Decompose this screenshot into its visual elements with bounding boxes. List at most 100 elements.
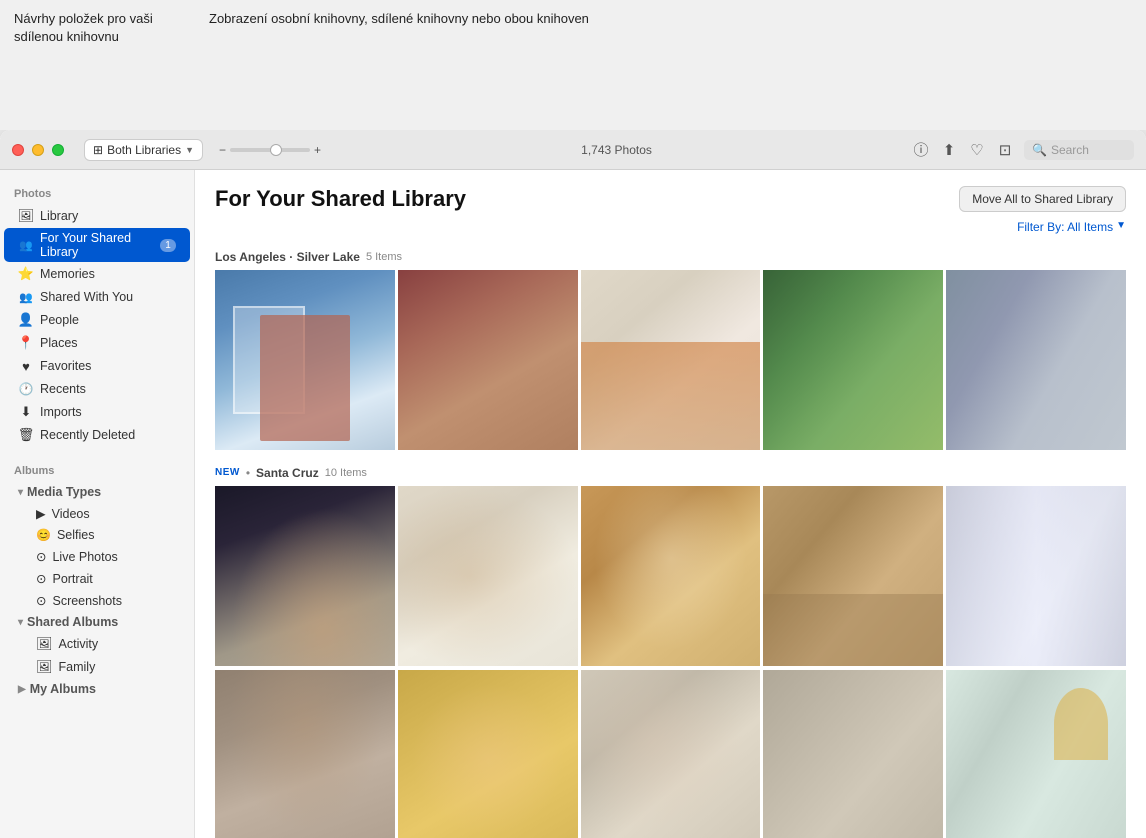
memories-icon: ⭐ xyxy=(18,266,34,282)
photo-cell[interactable] xyxy=(946,270,1126,450)
filter-row[interactable]: Filter By: All Items ▼ xyxy=(215,220,1126,234)
media-types-toggle[interactable]: ▾ Media Types xyxy=(4,482,190,502)
family-label: Family xyxy=(59,660,96,674)
zoom-minus-icon[interactable]: − xyxy=(219,143,226,157)
selfies-label: Selfies xyxy=(57,528,95,542)
my-albums-toggle[interactable]: ▶ My Albums xyxy=(4,679,190,699)
photo-cell[interactable] xyxy=(946,670,1126,838)
zoom-slider[interactable] xyxy=(230,148,310,152)
photo-cell[interactable] xyxy=(581,486,761,666)
section-location-la: Los Angeles · Silver Lake xyxy=(215,250,360,264)
my-albums-chevron: ▶ xyxy=(18,684,26,695)
close-button[interactable] xyxy=(12,144,24,156)
photo-cell[interactable] xyxy=(398,270,578,450)
info-icon[interactable]: ⓘ xyxy=(912,141,930,159)
section-header-sc: NEW • Santa Cruz 10 Items xyxy=(215,466,1126,480)
shared-with-you-label: Shared With You xyxy=(40,290,133,304)
sidebar-item-portrait[interactable]: ⊙ Portrait xyxy=(4,568,190,589)
photo-cell[interactable] xyxy=(763,486,943,666)
photo-cell[interactable] xyxy=(946,486,1126,666)
photo-cell[interactable] xyxy=(581,270,761,450)
favorites-icon: ♥ xyxy=(18,358,34,374)
sidebar-item-recently-deleted[interactable]: 🗑 Recently Deleted xyxy=(4,424,190,446)
maximize-button[interactable] xyxy=(52,144,64,156)
sidebar-item-screenshots[interactable]: ⊙ Screenshots xyxy=(4,590,190,611)
trash-icon[interactable]: ⊡ xyxy=(996,141,1014,159)
family-icon: 🖼 xyxy=(36,659,53,675)
share-icon[interactable]: ⬆ xyxy=(940,141,958,159)
photo-cell[interactable] xyxy=(398,486,578,666)
section-location-sc: Santa Cruz xyxy=(256,466,319,480)
shared-albums-toggle[interactable]: ▾ Shared Albums xyxy=(4,612,190,632)
filter-label: Filter By: All Items xyxy=(1017,220,1113,234)
tooltip-left-text: Návrhy položek pro vaši sdílenou knihovn… xyxy=(14,11,153,44)
photo-cell[interactable] xyxy=(763,670,943,838)
photo-grid-sc-row2 xyxy=(215,670,1126,838)
videos-icon: ▶ xyxy=(36,506,46,521)
filter-chevron-icon: ▼ xyxy=(1116,220,1126,234)
section-header-la: Los Angeles · Silver Lake 5 Items xyxy=(215,250,1126,264)
zoom-slider-area: − + xyxy=(219,143,321,157)
sidebar-item-family[interactable]: 🖼 Family xyxy=(4,656,190,678)
places-icon: 📍 xyxy=(18,335,34,351)
favorites-label: Favorites xyxy=(40,359,91,373)
tooltip-right-text: Zobrazení osobní knihovny, sdílené kniho… xyxy=(209,11,589,26)
live-photos-label: Live Photos xyxy=(52,550,117,564)
body-area: Photos 🖼 Library 👥 For Your Shared Libra… xyxy=(0,170,1146,838)
library-selector[interactable]: ⊞ Both Libraries ▼ xyxy=(84,139,203,161)
sidebar-item-activity[interactable]: 🖼 Activity xyxy=(4,633,190,655)
sidebar-item-videos[interactable]: ▶ Videos xyxy=(4,503,190,524)
portrait-icon: ⊙ xyxy=(36,571,46,586)
move-all-button[interactable]: Move All to Shared Library xyxy=(959,186,1126,212)
photo-cell[interactable] xyxy=(215,270,395,450)
live-photos-icon: ⊙ xyxy=(36,549,46,564)
main-content: For Your Shared Library Move All to Shar… xyxy=(195,170,1146,838)
people-label: People xyxy=(40,313,79,327)
recently-deleted-icon: 🗑 xyxy=(18,427,34,443)
activity-label: Activity xyxy=(59,637,99,651)
titlebar: ⊞ Both Libraries ▼ − + 1,743 Photos ⓘ ⬆ … xyxy=(0,130,1146,170)
main-header: For Your Shared Library Move All to Shar… xyxy=(215,186,1126,212)
shared-library-badge: 1 xyxy=(160,239,176,252)
photos-window: ⊞ Both Libraries ▼ − + 1,743 Photos ⓘ ⬆ … xyxy=(0,130,1146,838)
search-box[interactable]: 🔍 Search xyxy=(1024,140,1134,160)
page-title: For Your Shared Library xyxy=(215,186,466,212)
photo-cell[interactable] xyxy=(215,486,395,666)
photo-cell[interactable] xyxy=(215,670,395,838)
library-icon: 🖼 xyxy=(18,208,34,224)
videos-label: Videos xyxy=(52,507,90,521)
sidebar-item-recents[interactable]: 🕐 Recents xyxy=(4,378,190,400)
new-badge: NEW xyxy=(215,467,240,478)
sidebar-item-favorites[interactable]: ♥ Favorites xyxy=(4,355,190,377)
sidebar-item-places[interactable]: 📍 Places xyxy=(4,332,190,354)
sidebar: Photos 🖼 Library 👥 For Your Shared Libra… xyxy=(0,170,195,838)
sidebar-item-shared-with-you[interactable]: 👥 Shared With You xyxy=(4,286,190,308)
tooltip-left: Návrhy položek pro vaši sdílenou knihovn… xyxy=(0,0,195,130)
photo-cell[interactable] xyxy=(398,670,578,838)
photo-grid-sc-row1 xyxy=(215,486,1126,666)
shared-with-you-icon: 👥 xyxy=(18,289,34,305)
sidebar-item-imports[interactable]: ⬇ Imports xyxy=(4,401,190,423)
shared-albums-chevron: ▾ xyxy=(18,617,23,628)
sidebar-item-memories[interactable]: ⭐ Memories xyxy=(4,263,190,285)
sidebar-item-shared-library[interactable]: 👥 For Your Shared Library 1 xyxy=(4,228,190,262)
shared-library-icon: 👥 xyxy=(18,237,34,253)
selfies-icon: 😊 xyxy=(36,528,51,542)
photo-cell[interactable] xyxy=(763,270,943,450)
tooltip-right: Zobrazení osobní knihovny, sdílené kniho… xyxy=(195,0,1146,130)
sidebar-item-selfies[interactable]: 😊 Selfies xyxy=(4,525,190,545)
sidebar-item-people[interactable]: 👤 People xyxy=(4,309,190,331)
library-label: Library xyxy=(40,209,78,223)
photo-cell[interactable] xyxy=(581,670,761,838)
section-count-sc: 10 Items xyxy=(325,467,367,479)
heart-icon[interactable]: ♡ xyxy=(968,141,986,159)
library-selector-label: Both Libraries xyxy=(107,143,181,157)
minimize-button[interactable] xyxy=(32,144,44,156)
sidebar-item-library[interactable]: 🖼 Library xyxy=(4,205,190,227)
search-placeholder: Search xyxy=(1051,143,1089,157)
zoom-plus-icon[interactable]: + xyxy=(314,143,321,157)
my-albums-label: My Albums xyxy=(30,682,96,696)
imports-label: Imports xyxy=(40,405,82,419)
sidebar-item-live-photos[interactable]: ⊙ Live Photos xyxy=(4,546,190,567)
albums-section-label: Albums xyxy=(0,455,194,481)
